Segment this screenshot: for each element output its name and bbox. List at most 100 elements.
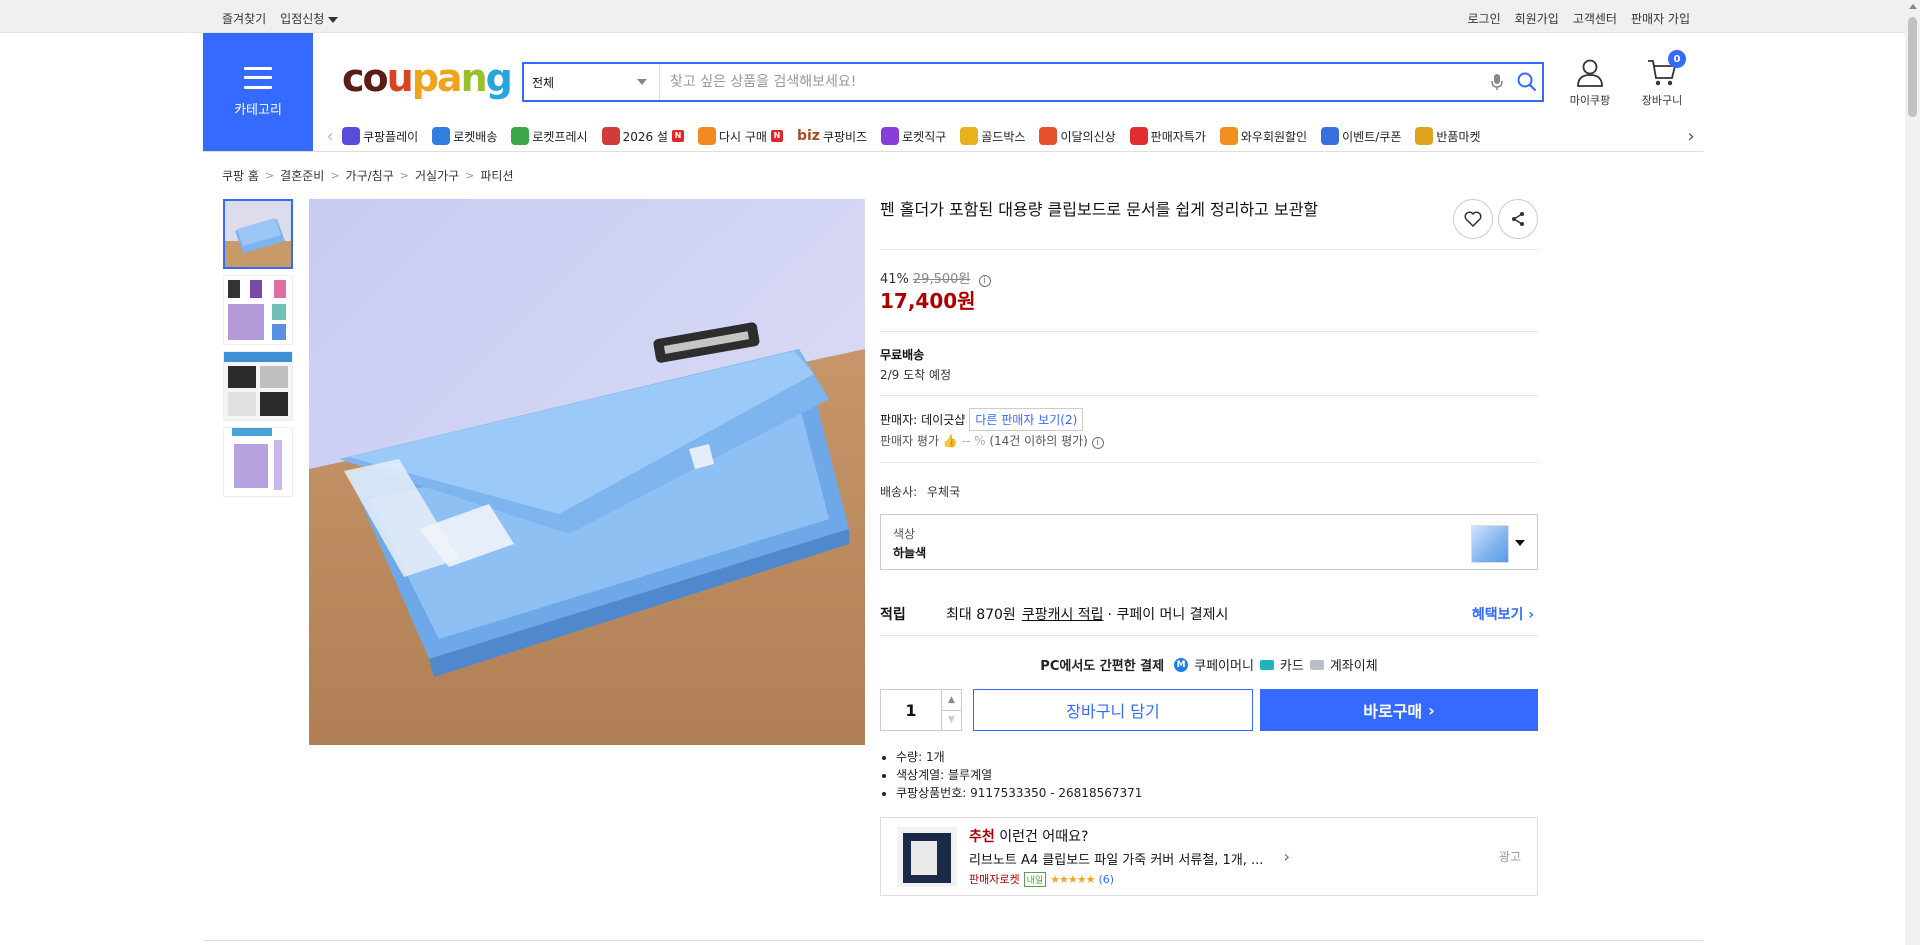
service-navigation: ‹ 쿠팡플레이 로켓배송 로켓프레시 2026 설 N 다시 구매 N biz 쿠팡비즈 로켓직구… <box>318 120 1703 152</box>
service-nav-item[interactable]: 로켓배송 <box>432 127 497 145</box>
service-nav-item[interactable]: 반품마켓 <box>1415 127 1481 145</box>
service-nav-label: 이달의신상 <box>1060 129 1116 144</box>
search-input[interactable] <box>660 64 1482 100</box>
reward-row: 적립 최대 870원 쿠팡캐시 적립 · 쿠페이 머니 결제시 혜택보기 › <box>880 604 1538 624</box>
divider <box>880 331 1538 332</box>
quantity-increase-icon[interactable]: ▲ <box>942 690 961 710</box>
search-category-value: 전체 <box>532 75 555 90</box>
coupang-logo[interactable]: coupang <box>342 56 513 100</box>
breadcrumb-item[interactable]: 결혼준비 <box>280 167 324 184</box>
service-nav-item[interactable]: biz 쿠팡비즈 <box>797 127 867 145</box>
nav-divider <box>203 151 1703 152</box>
reward-suffix: · 쿠페이 머니 결제시 <box>1107 607 1229 623</box>
search-category-select[interactable]: 전체 <box>524 64 660 100</box>
page-scrollbar[interactable] <box>1905 0 1920 945</box>
main-product-image[interactable] <box>309 199 865 745</box>
divider <box>880 395 1538 396</box>
nav-next-arrow-icon[interactable]: › <box>1679 126 1703 147</box>
spec-item: 색상계열: 블루계열 <box>896 766 1142 784</box>
scrollbar-thumb[interactable] <box>1908 17 1917 117</box>
quantity-decrease-icon[interactable]: ▼ <box>942 709 961 731</box>
service-nav-item[interactable]: 로켓직구 <box>881 127 946 145</box>
buy-now-button[interactable]: 바로구매 › <box>1260 689 1538 731</box>
chevron-right-icon: > <box>264 169 275 182</box>
service-nav-item[interactable]: 와우회원할인 <box>1219 127 1307 145</box>
other-sellers-button[interactable]: 다른 판매자 보기(2) <box>969 408 1084 431</box>
info-icon[interactable]: i <box>1091 437 1104 449</box>
wishlist-button[interactable] <box>1453 199 1493 239</box>
product-thumbnail[interactable] <box>223 275 293 345</box>
payment-method: 카드 <box>1279 659 1304 674</box>
service-nav-item[interactable]: 쿠팡플레이 <box>342 127 418 145</box>
favorites-link[interactable]: 즐겨찾기 <box>222 10 266 27</box>
review-count: (6) <box>1098 872 1115 886</box>
spec-item: 쿠팡상품번호: 9117533350 - 26818567371 <box>896 784 1142 802</box>
service-nav-item[interactable]: 판매자특가 <box>1129 127 1206 145</box>
info-icon[interactable]: i <box>978 275 991 287</box>
chevron-right-icon: > <box>465 169 475 182</box>
chevron-down-icon <box>1515 540 1525 546</box>
recommendation-title: 추천 이런건 어때요? <box>969 829 1089 845</box>
category-menu-button[interactable]: 카테고리 <box>203 33 313 151</box>
seller-name[interactable]: 데이긋샵 <box>921 411 965 428</box>
top-utility-bar: 즐겨찾기 입점신청 로그인 회원가입 고객센터 판매자 가입 <box>0 0 1920 33</box>
product-thumbnail[interactable] <box>223 351 293 421</box>
play-icon <box>342 127 360 145</box>
heart-icon <box>1464 211 1482 227</box>
service-nav-item[interactable]: 2026 설N <box>601 127 684 145</box>
my-coupang-button[interactable]: 마이쿠팡 <box>1560 58 1620 108</box>
login-link[interactable]: 로그인 <box>1468 10 1501 27</box>
divider <box>880 462 1538 463</box>
color-option-select[interactable]: 색상 하늘색 <box>880 514 1538 570</box>
arrival-date: 2/9 도착 예정 <box>880 368 952 382</box>
service-nav-label: 다시 구매 <box>718 129 767 144</box>
benefits-link[interactable]: 혜택보기 › <box>1472 604 1534 624</box>
service-nav-item[interactable]: 로켓프레시 <box>511 127 588 145</box>
service-nav-item[interactable]: 다시 구매 N <box>697 127 783 145</box>
biz-icon: biz <box>796 128 820 144</box>
search-icon[interactable] <box>1512 72 1542 92</box>
breadcrumb-item[interactable]: 거실가구 <box>415 167 459 184</box>
chevron-right-icon: › <box>1528 607 1534 623</box>
breadcrumb-item[interactable]: 파티션 <box>480 167 513 184</box>
gift-icon <box>601 127 620 145</box>
service-nav-item[interactable]: 골드박스 <box>960 127 1025 145</box>
service-nav-label: 로켓프레시 <box>532 129 588 144</box>
coupang-cash-link[interactable]: 쿠팡캐시 적립 <box>1022 604 1104 624</box>
payment-method: 계좌이체 <box>1329 659 1378 674</box>
service-nav-item[interactable]: 이벤트/쿠폰 <box>1321 127 1401 145</box>
service-nav-item[interactable]: 이달의신상 <box>1039 127 1116 145</box>
seller-apply-link[interactable]: 입점신청 <box>280 10 339 27</box>
add-to-cart-button[interactable]: 장바구니 담기 <box>973 689 1253 731</box>
microphone-icon[interactable] <box>1482 73 1512 91</box>
share-icon <box>1512 212 1524 226</box>
customer-center-link[interactable]: 고객센터 <box>1573 10 1617 27</box>
section-divider <box>203 940 1703 941</box>
product-thumbnail[interactable] <box>223 427 293 497</box>
breadcrumb-item[interactable]: 가구/침구 <box>346 167 394 184</box>
quantity-input[interactable]: 1 <box>881 690 941 730</box>
reward-amount: 최대 870원 <box>946 607 1016 623</box>
breadcrumb-item[interactable]: 쿠팡 홈 <box>222 167 259 184</box>
share-button[interactable] <box>1498 199 1538 239</box>
seller-rating-note: (14건 이하의 평가) <box>989 434 1088 448</box>
cart-button[interactable]: 장바구니 0 <box>1632 50 1692 108</box>
scroll-up-icon[interactable] <box>1909 4 1917 9</box>
goldbox-icon <box>960 127 979 145</box>
seller-signup-link[interactable]: 판매자 가입 <box>1631 10 1690 27</box>
product-thumbnail[interactable] <box>223 199 293 269</box>
recommendation-card[interactable]: 추천 이런건 어때요? 리브노트 A4 클립보드 파일 가죽 커버 서류철, 1… <box>880 817 1538 896</box>
rebuy-icon <box>697 127 716 145</box>
seller-apply-label: 입점신청 <box>280 12 325 26</box>
bank-transfer-icon <box>1309 659 1324 670</box>
breadcrumb: 쿠팡 홈 > 결혼준비 > 가구/침구 > 거실가구 > 파티션 <box>222 167 514 184</box>
chevron-down-icon <box>328 16 339 23</box>
seller-rating: 판매자 평가 👍 -- % (14건 이하의 평가) i <box>880 432 1104 449</box>
delivery-tomorrow-badge: 내일 <box>1023 871 1047 887</box>
signup-link[interactable]: 회원가입 <box>1515 10 1559 27</box>
nav-prev-arrow-icon[interactable]: ‹ <box>318 126 342 147</box>
coupay-money-icon: M <box>1174 657 1189 672</box>
market-icon <box>1415 127 1434 145</box>
product-spec-list: 수량: 1개 색상계열: 블루계열 쿠팡상품번호: 9117533350 - 2… <box>896 748 1142 802</box>
chevron-right-icon[interactable]: › <box>1283 847 1289 866</box>
